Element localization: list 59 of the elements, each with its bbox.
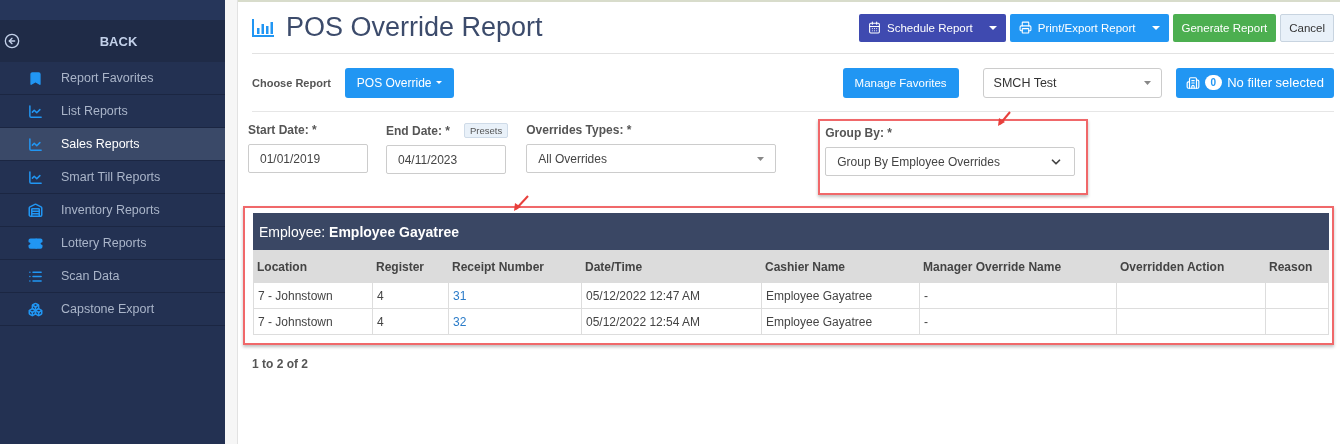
receipt-link[interactable]: 32 bbox=[453, 314, 467, 329]
table-cell bbox=[1265, 309, 1329, 335]
table-cell: Employee Gayatree bbox=[761, 283, 919, 309]
column-header: Reason bbox=[1265, 250, 1329, 283]
building-icon bbox=[1185, 75, 1200, 90]
page-title: POS Override Report bbox=[252, 12, 856, 43]
end-date-label: End Date: * bbox=[386, 123, 450, 138]
printer-icon bbox=[1018, 21, 1032, 34]
column-header: Receipt Number bbox=[448, 250, 581, 283]
presets-button[interactable]: Presets bbox=[464, 123, 509, 138]
column-header: Overridden Action bbox=[1116, 250, 1265, 283]
end-date-field[interactable]: 04/11/2023 bbox=[386, 145, 506, 174]
sidebar-item[interactable]: Lottery Reports bbox=[0, 227, 225, 260]
pagination-summary: 1 to 2 of 2 bbox=[252, 357, 309, 371]
sidebar-item[interactable]: Inventory Reports bbox=[0, 194, 225, 227]
table-cell: 7 - Johnstown bbox=[253, 309, 372, 335]
overrides-types-label: Overrides Types: * bbox=[526, 123, 633, 137]
sidebar-item[interactable]: Report Favorites bbox=[0, 62, 225, 95]
caret-icon bbox=[435, 80, 442, 85]
table-cell: 7 - Johnstown bbox=[253, 283, 372, 309]
table-cell: - bbox=[919, 283, 1116, 309]
sidebar-item[interactable]: Sales Reports bbox=[0, 128, 225, 161]
group-by-label: Group By: * bbox=[825, 126, 893, 140]
column-header: Register bbox=[372, 250, 448, 283]
chart-icon bbox=[28, 103, 43, 119]
table-cell: 4 bbox=[372, 309, 448, 335]
caret-icon bbox=[1143, 80, 1151, 85]
start-date-label: Start Date: * bbox=[248, 123, 318, 137]
receipt-link[interactable]: 31 bbox=[453, 288, 467, 303]
table-cell: - bbox=[919, 309, 1116, 335]
cancel-button[interactable]: Cancel bbox=[1280, 13, 1334, 42]
bookmark-icon bbox=[28, 70, 43, 86]
chart-icon bbox=[28, 136, 43, 152]
schedule-button[interactable]: Schedule Report bbox=[859, 13, 1006, 42]
column-header: Manager Override Name bbox=[919, 250, 1116, 283]
chart-icon bbox=[28, 169, 43, 185]
column-header: Date/Time bbox=[581, 250, 761, 283]
table-cell: 05/12/2022 12:54 AM bbox=[581, 309, 761, 335]
table-cell: 05/12/2022 12:47 AM bbox=[581, 283, 761, 309]
calendar-icon bbox=[868, 21, 882, 34]
back-button[interactable]: BACK bbox=[0, 20, 225, 62]
column-header: Location bbox=[253, 250, 372, 283]
table-cell: 4 bbox=[372, 283, 448, 309]
table-cell bbox=[1265, 283, 1329, 309]
group-title: Employee: Employee Gayatree bbox=[259, 223, 459, 240]
boxes-icon bbox=[28, 301, 43, 317]
store-select[interactable]: SMCH Test bbox=[982, 67, 1162, 98]
bar-chart-icon bbox=[252, 18, 274, 37]
caret-icon bbox=[757, 156, 765, 161]
warehouse-icon bbox=[28, 202, 43, 218]
sidebar-item[interactable]: Capstone Export bbox=[0, 293, 225, 326]
start-date-field[interactable]: 01/01/2019 bbox=[248, 144, 368, 173]
group-by-select[interactable]: Group By Employee Overrides bbox=[825, 147, 1076, 176]
choose-report-label: Choose Report bbox=[252, 76, 331, 89]
list-icon bbox=[28, 268, 43, 284]
table-cell: Employee Gayatree bbox=[761, 309, 919, 335]
column-header: Cashier Name bbox=[761, 250, 919, 283]
ticket-icon bbox=[28, 235, 43, 251]
overrides-types-select[interactable]: All Overrides bbox=[526, 144, 777, 173]
